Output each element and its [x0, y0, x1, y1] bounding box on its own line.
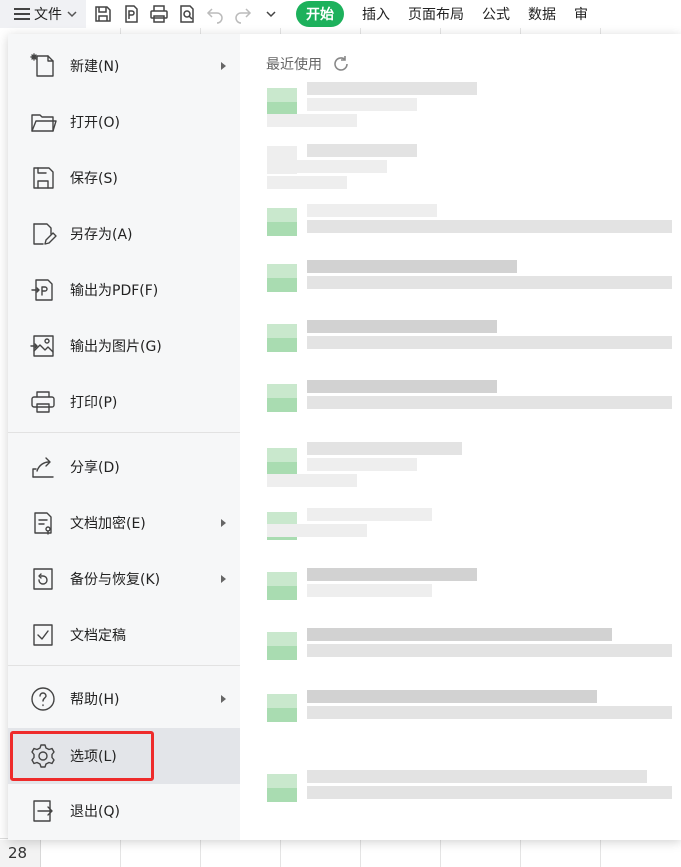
redo-icon[interactable] — [232, 3, 254, 25]
new-file-icon — [28, 51, 58, 81]
folder-open-icon — [28, 107, 58, 137]
submenu-arrow-icon — [221, 519, 226, 527]
print-icon[interactable] — [148, 3, 170, 25]
help-icon — [28, 684, 58, 714]
backup-restore-icon — [28, 564, 58, 594]
menu-item-finalize[interactable]: 文档定稿 — [8, 609, 240, 661]
menu-item-label: 打开(O) — [70, 115, 120, 131]
menu-item-export-image[interactable]: 输出为图片(G) — [8, 320, 240, 372]
recent-file-item[interactable] — [267, 138, 672, 189]
file-menu-panel: 新建(N) 打开(O) 保存(S) 另存为(A) 输出为PDF(F) 输出为图片… — [8, 34, 681, 840]
recent-file-item[interactable] — [267, 316, 672, 366]
menu-item-backup-restore[interactable]: 备份与恢复(K) — [8, 553, 240, 605]
menu-item-export-pdf[interactable]: 输出为PDF(F) — [8, 264, 240, 316]
menu-item-label: 输出为图片(G) — [70, 339, 162, 355]
spreadsheet-file-icon — [267, 324, 297, 352]
spreadsheet-file-icon — [267, 572, 297, 600]
menu-item-label: 打印(P) — [70, 395, 118, 411]
print-icon — [28, 387, 58, 417]
recent-files-header: 最近使用 — [266, 54, 350, 74]
more-dropdown-icon[interactable] — [260, 3, 282, 25]
recent-file-item[interactable] — [267, 564, 672, 614]
menu-item-help[interactable]: 帮助(H) — [8, 673, 240, 725]
hamburger-icon — [14, 8, 30, 20]
menu-separator — [8, 665, 240, 666]
exit-icon — [28, 796, 58, 826]
chevron-down-icon — [67, 11, 77, 18]
menu-item-label: 备份与恢复(K) — [70, 572, 161, 588]
recent-file-item[interactable] — [267, 766, 672, 816]
spreadsheet-file-icon — [267, 208, 297, 236]
spreadsheet-file-icon — [267, 694, 297, 722]
save-as-icon — [28, 219, 58, 249]
recent-file-item[interactable] — [267, 80, 672, 130]
tab-data[interactable]: 数据 — [528, 4, 556, 24]
menu-item-print[interactable]: 打印(P) — [8, 376, 240, 428]
row-number: 28 — [0, 840, 41, 867]
menu-item-label: 帮助(H) — [70, 692, 120, 708]
save-icon — [28, 163, 58, 193]
menu-item-encrypt[interactable]: 文档加密(E) — [8, 497, 240, 549]
file-menu-list: 新建(N) 打开(O) 保存(S) 另存为(A) 输出为PDF(F) 输出为图片… — [8, 34, 240, 840]
recent-file-item[interactable] — [267, 504, 672, 554]
top-toolbar: 文件 开始 插入 页面布局 公式 数据 审 — [0, 0, 681, 28]
menu-item-label: 分享(D) — [70, 460, 120, 476]
menu-item-save[interactable]: 保存(S) — [8, 152, 240, 204]
tab-insert[interactable]: 插入 — [362, 4, 390, 24]
recent-file-item[interactable] — [267, 686, 672, 736]
file-menu-label: 文件 — [34, 7, 62, 23]
menu-item-label: 退出(Q) — [70, 804, 120, 820]
refresh-icon[interactable] — [332, 55, 350, 73]
menu-item-label: 新建(N) — [70, 59, 120, 75]
recent-file-item[interactable] — [267, 200, 672, 250]
menu-item-label: 文档加密(E) — [70, 516, 146, 532]
file-menu-button[interactable]: 文件 — [0, 0, 86, 28]
undo-icon[interactable] — [204, 3, 226, 25]
menu-item-open[interactable]: 打开(O) — [8, 96, 240, 148]
menu-item-label: 文档定稿 — [70, 628, 126, 644]
submenu-arrow-icon — [221, 695, 226, 703]
recent-file-item[interactable] — [267, 624, 672, 674]
menu-item-share[interactable]: 分享(D) — [8, 441, 240, 493]
spreadsheet-file-icon — [267, 448, 297, 476]
recent-files-title: 最近使用 — [266, 57, 322, 73]
tab-formulas[interactable]: 公式 — [482, 4, 510, 24]
submenu-arrow-icon — [221, 62, 226, 70]
menu-item-label: 输出为PDF(F) — [70, 283, 159, 299]
export-pdf-icon — [28, 275, 58, 305]
menu-separator — [8, 432, 240, 433]
spreadsheet-file-icon — [267, 384, 297, 412]
tab-page-layout[interactable]: 页面布局 — [408, 4, 464, 24]
spreadsheet-file-icon — [267, 88, 297, 116]
highlight-annotation-box — [10, 731, 154, 781]
recent-file-item[interactable] — [267, 440, 672, 490]
menu-item-new[interactable]: 新建(N) — [8, 40, 240, 92]
menu-item-label: 另存为(A) — [70, 227, 133, 243]
menu-item-label: 保存(S) — [70, 171, 118, 187]
tab-home[interactable]: 开始 — [296, 1, 344, 27]
menu-item-save-as[interactable]: 另存为(A) — [8, 208, 240, 260]
spreadsheet-file-icon — [267, 264, 297, 292]
export-image-icon — [28, 331, 58, 361]
print-preview-icon[interactable] — [176, 3, 198, 25]
finalize-document-icon — [28, 620, 58, 650]
spreadsheet-file-icon — [267, 632, 297, 660]
submenu-arrow-icon — [221, 575, 226, 583]
spreadsheet-file-icon — [267, 774, 297, 802]
export-pdf-icon[interactable] — [120, 3, 142, 25]
tab-review[interactable]: 审 — [574, 4, 588, 24]
save-icon[interactable] — [92, 3, 114, 25]
share-icon — [28, 452, 58, 482]
menu-item-exit[interactable]: 退出(Q) — [8, 785, 240, 837]
recent-file-item[interactable] — [267, 256, 672, 306]
encrypt-document-icon — [28, 508, 58, 538]
recent-file-item[interactable] — [267, 376, 672, 426]
